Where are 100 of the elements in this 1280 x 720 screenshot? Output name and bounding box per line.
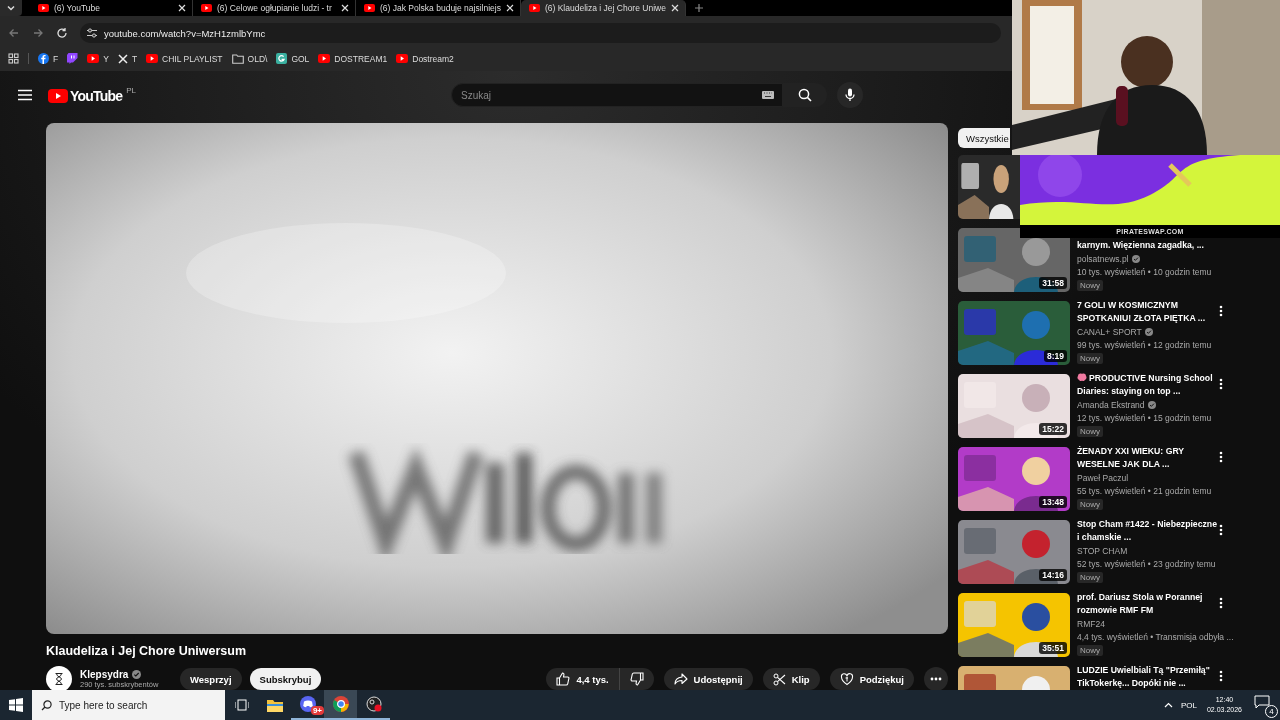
close-icon[interactable] <box>341 4 349 12</box>
more-vertical-icon[interactable] <box>1219 524 1223 536</box>
search-field[interactable]: Szukaj <box>451 83 783 107</box>
address-bar[interactable]: youtube.com/watch?v=MzH1zmlbYmc <box>80 23 1001 43</box>
channel-name[interactable]: RMF24 <box>1077 619 1105 629</box>
menu-icon[interactable] <box>18 89 32 101</box>
video-duration: 14:16 <box>1039 569 1067 581</box>
windows-logo-icon[interactable] <box>9 698 23 712</box>
back-icon[interactable] <box>8 27 20 39</box>
video-duration: 15:22 <box>1039 423 1067 435</box>
channel-name[interactable]: Klepsydra <box>80 669 129 680</box>
recorder-icon <box>365 696 382 712</box>
notification-count: 4 <box>1265 705 1278 718</box>
taskbar-search-field[interactable]: Type here to search <box>32 690 225 720</box>
reload-icon[interactable] <box>56 27 68 39</box>
more-vertical-icon[interactable] <box>1219 451 1223 463</box>
video-title[interactable]: PRODUCTIVE Nursing School Diaries: staying on top ... <box>1077 372 1221 398</box>
voice-search-button[interactable] <box>837 82 863 108</box>
search-icon <box>798 88 812 102</box>
youtube-logo[interactable]: YouTube PL <box>48 85 136 105</box>
video-title[interactable]: 7 GOLI W KOSMICZNYM SPOTKANIU! ZŁOTA PIĘTKA ... <box>1077 299 1221 325</box>
browser-tab[interactable]: (6) Klaudeliza i Jej Chore Uniwe <box>520 0 686 16</box>
bookmark[interactable]: Y <box>87 53 109 64</box>
support-button[interactable]: Wesprzyj <box>180 668 242 690</box>
keyboard-icon[interactable] <box>762 91 774 99</box>
new-badge: Nowy <box>1077 280 1103 291</box>
thanks-button[interactable]: Podziękuj <box>829 668 914 690</box>
new-badge: Nowy <box>1077 426 1103 437</box>
site-settings-icon[interactable] <box>86 27 98 39</box>
channel-name[interactable]: polsatnews.pl <box>1077 254 1129 264</box>
chat-logo-icon <box>67 53 79 64</box>
more-vertical-icon[interactable] <box>1219 305 1223 317</box>
new-badge: Nowy <box>1077 572 1103 583</box>
bookmark[interactable]: DOSTREAM1 <box>318 53 388 64</box>
play-logo-icon <box>396 54 409 63</box>
notifications-icon[interactable] <box>1254 695 1270 709</box>
video-stats: 55 tys. wyświetleń • 21 godzin temu <box>1077 486 1212 496</box>
heart-coin-icon <box>839 672 854 686</box>
close-icon[interactable] <box>670 4 679 12</box>
tab-list-button[interactable] <box>0 0 22 16</box>
logo-icon <box>276 53 288 64</box>
video-stats: 12 tys. wyświetleń • 15 godzin temu <box>1077 413 1212 423</box>
task-view-icon <box>234 699 249 711</box>
input-language[interactable]: POL <box>1180 700 1197 710</box>
video-stats: 10 tys. wyświetleń • 10 godzin temu <box>1077 267 1212 277</box>
close-icon[interactable] <box>505 4 514 12</box>
more-vertical-icon[interactable] <box>1219 378 1223 390</box>
taskbar-app[interactable] <box>324 690 357 720</box>
more-vertical-icon[interactable] <box>1219 597 1223 609</box>
bookmark[interactable]: CHIL PLAYLIST <box>146 53 223 64</box>
x-logo-icon <box>117 53 128 64</box>
thumbs-down-icon <box>629 672 644 686</box>
forward-icon[interactable] <box>32 27 44 39</box>
video-title[interactable]: karnym. Więzienna zagadka, ... <box>1077 239 1204 252</box>
hourglass-icon <box>55 673 63 685</box>
new-tab-icon[interactable] <box>693 3 704 13</box>
filter-chip[interactable]: Wszystkie <box>958 128 1010 148</box>
bookmark[interactable]: T <box>117 53 138 64</box>
video-title[interactable]: Stop Cham #1422 - Niebezpieczne i chamskie ... <box>1077 518 1221 544</box>
video-stats: 4,4 tys. wyświetleń • Transmisja odbyła ... <box>1077 632 1234 642</box>
bookmark[interactable]: GOL <box>276 53 310 64</box>
play-logo-icon <box>87 54 100 63</box>
more-button[interactable] <box>924 667 948 690</box>
new-badge: Nowy <box>1077 645 1103 656</box>
browser-icon <box>332 696 349 712</box>
play-logo-icon <box>528 4 540 12</box>
play-logo-icon <box>318 54 331 63</box>
channel-name[interactable]: Paweł Paczul <box>1077 473 1129 483</box>
bookmark[interactable]: F <box>38 53 59 64</box>
share-button[interactable]: Udostępnij <box>663 668 753 690</box>
video-duration: 13:48 <box>1039 496 1067 508</box>
video-title[interactable]: ŻENADY XXI WIEKU: GRY WESELNE JAK DLA ... <box>1077 445 1221 471</box>
video-stats: 52 tys. wyświetleń • 23 godziny temu <box>1077 559 1216 569</box>
more-dots-icon <box>930 677 942 681</box>
apps-grid-icon[interactable] <box>8 53 19 64</box>
notification-badge: 9+ <box>310 706 324 715</box>
more-vertical-icon[interactable] <box>1219 670 1223 682</box>
video-duration: 8:19 <box>1044 350 1067 362</box>
channel-name[interactable]: Amanda Ekstrand <box>1077 400 1145 410</box>
logo-icon <box>38 53 49 64</box>
folder-icon <box>231 53 244 64</box>
bookmark[interactable]: Dostream2 <box>396 53 454 64</box>
play-logo-icon <box>48 88 68 103</box>
bookmark[interactable] <box>67 53 79 64</box>
play-logo-icon <box>364 4 375 12</box>
video-title: Klaudeliza i Jej Chore Uniwersum <box>46 644 248 659</box>
chevron-up-icon[interactable] <box>1163 702 1173 708</box>
close-icon[interactable] <box>178 4 186 12</box>
bookmark[interactable]: OLD\ <box>231 53 268 64</box>
subscribe-button[interactable]: Subskrybuj <box>249 668 322 690</box>
video-title[interactable]: LUDZIE Uwielbiali Tą "Przemiłą" TikTokerkę... Dopóki nie ... <box>1077 664 1221 690</box>
folder-icon <box>266 698 283 712</box>
channel-name[interactable]: STOP CHAM <box>1077 546 1128 556</box>
channel-avatar[interactable] <box>46 666 72 690</box>
channel-name[interactable]: CANAL+ SPORT <box>1077 327 1142 337</box>
video-duration: 35:51 <box>1039 642 1067 654</box>
play-logo-icon <box>38 4 49 12</box>
clip-button[interactable]: Klip <box>762 668 820 690</box>
video-title[interactable]: prof. Dariusz Stola w Porannej rozmowie RMF FM <box>1077 591 1221 617</box>
search-icon <box>41 700 52 711</box>
